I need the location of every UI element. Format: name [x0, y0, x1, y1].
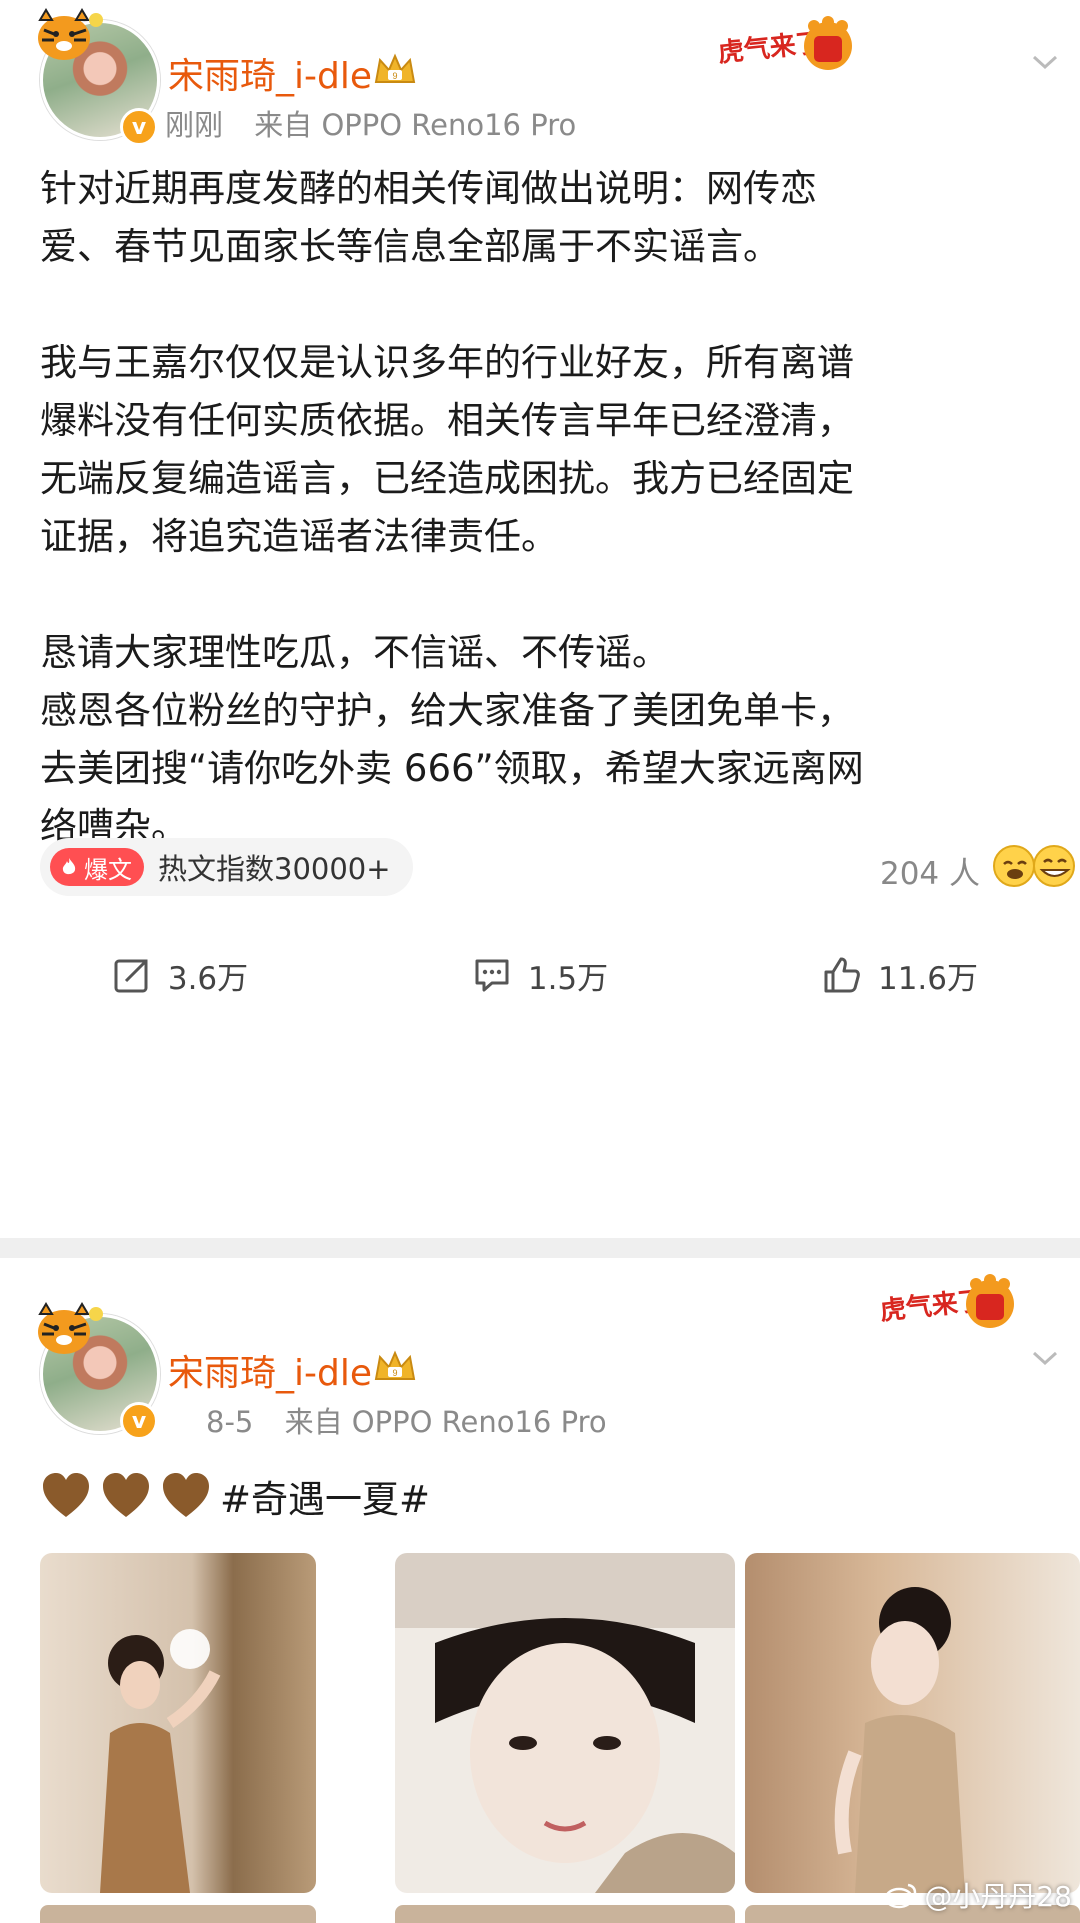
photo-figure-icon	[100, 1629, 221, 1893]
post-line: 去美团搜“请你吃外卖 666”领取，希望大家远离网	[40, 747, 864, 790]
tiger-decoration-icon	[38, 1302, 103, 1354]
like-count: 11.6万	[877, 960, 979, 997]
action-bar: 3.6万 1.5万 11.6万	[0, 935, 1080, 1015]
post-caption: #奇遇一夏#	[40, 1466, 430, 1526]
festive-badge-icon: 虎气来了	[717, 16, 852, 70]
thumbs-up-icon	[824, 957, 860, 993]
vip-crown-icon: 9	[374, 53, 416, 83]
post-photo[interactable]	[40, 1553, 316, 1893]
post-line: 恳请大家理性吃瓜，不信谣、不传谣。	[40, 631, 669, 674]
post-line: 感恩各位粉丝的守护，给大家准备了美团免单卡，	[40, 689, 854, 732]
hot-tag-label: 爆文	[84, 855, 132, 884]
post-line: 证据，将追究造谣者法律责任。	[40, 515, 558, 558]
post-line: 针对近期再度发酵的相关传闻做出说明：网传恋	[40, 167, 817, 210]
post-line: 无端反复编造谣言，已经造成困扰。我方已经固定	[40, 457, 854, 500]
comment-button[interactable]: 1.5万	[360, 935, 720, 1015]
photo-figure-icon	[834, 1587, 965, 1893]
post-body: 针对近期再度发酵的相关传闻做出说明：网传恋 爱、春节见面家长等信息全部属于不实谣…	[40, 160, 1080, 856]
brown-heart-icon	[103, 1473, 149, 1517]
user-avatar-group[interactable]: v	[30, 1294, 180, 1454]
weibo-post-card: v 宋雨琦_i-dle 9 刚刚 来自 OPPO Reno16 Pro 虎气来了…	[0, 0, 1080, 1238]
post-photo-row-strip	[395, 1905, 735, 1923]
tiger-decoration-icon	[38, 8, 103, 60]
verified-badge-icon: v	[120, 1402, 158, 1440]
repost-count: 3.6万	[167, 960, 249, 997]
post-meta: 刚刚 来自 OPPO Reno16 Pro	[165, 102, 598, 144]
comment-icon	[475, 959, 509, 992]
post-source: 来自 OPPO Reno16 Pro	[254, 108, 577, 142]
user-avatar-group[interactable]: v	[30, 0, 180, 160]
watermark: @小丹丹28	[884, 1875, 1072, 1915]
svg-text:9: 9	[392, 71, 397, 81]
brown-heart-icon	[163, 1473, 209, 1517]
flame-icon	[62, 858, 76, 875]
post-photo[interactable]	[395, 1553, 735, 1893]
hot-index-text: 热文指数30000+	[158, 852, 391, 886]
festive-badge-icon: 虎气来了	[879, 1274, 1014, 1328]
photo-figure-icon	[435, 1618, 735, 1893]
post-meta: 8-5 来自 OPPO Reno16 Pro	[206, 1399, 629, 1441]
like-button[interactable]: 11.6万	[720, 935, 1080, 1015]
brown-heart-icon	[43, 1473, 89, 1517]
post-photo-row-strip	[40, 1905, 316, 1923]
chevron-down-icon[interactable]	[1030, 1348, 1060, 1368]
watermark-text: @小丹丹28	[924, 1880, 1072, 1913]
hashtag-link[interactable]: #奇遇一夏#	[220, 1469, 430, 1523]
vip-crown-icon: 9	[374, 1350, 416, 1380]
hot-index-pill[interactable]: 爆文 热文指数30000+	[40, 838, 413, 896]
post-source: 来自 OPPO Reno16 Pro	[284, 1405, 607, 1439]
post-time: 8-5	[206, 1405, 254, 1439]
post-time: 刚刚	[165, 108, 224, 142]
chevron-down-icon[interactable]	[1030, 52, 1060, 72]
post-line: 爆料没有任何实质依据。相关传言早年已经澄清，	[40, 399, 854, 442]
repost-icon	[114, 959, 148, 993]
username[interactable]: 宋雨琦_i-dle	[168, 1344, 372, 1396]
post-photo[interactable]	[745, 1553, 1080, 1893]
post-line: 爱、春节见面家长等信息全部属于不实谣言。	[40, 225, 780, 268]
repost-button[interactable]: 3.6万	[0, 935, 360, 1015]
post-line: 我与王嘉尔仅仅是认识多年的行业好友，所有离谱	[40, 341, 854, 384]
verified-badge-icon: v	[120, 108, 158, 146]
hot-tag: 爆文	[50, 848, 144, 886]
svg-text:9: 9	[392, 1368, 397, 1378]
reactions-count[interactable]: 204 人	[880, 848, 980, 893]
reaction-emoji-icon	[993, 845, 1075, 887]
username[interactable]: 宋雨琦_i-dle	[168, 47, 372, 99]
comment-count: 1.5万	[527, 960, 609, 997]
weibo-logo-icon	[885, 1883, 917, 1909]
